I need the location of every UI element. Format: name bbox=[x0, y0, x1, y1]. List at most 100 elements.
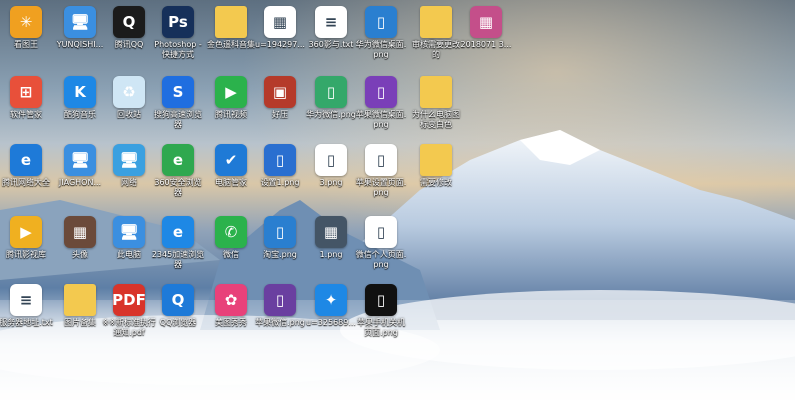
desktop-icon[interactable]: 需要修改 bbox=[408, 140, 464, 208]
desktop-icon[interactable]: ▯ 3.png bbox=[303, 140, 359, 208]
desktop-icon[interactable]: S 搜狗高速浏览器 bbox=[150, 72, 206, 140]
desktop-icon-label: 360影与.txt bbox=[308, 40, 354, 49]
phone-image-icon: ▯ bbox=[365, 284, 397, 316]
photoshop-icon: Ps bbox=[162, 6, 194, 38]
desktop-icon[interactable]: 图片备集 bbox=[52, 280, 108, 348]
2345-browser-icon: e bbox=[162, 216, 194, 248]
wechat-icon: ✆ bbox=[215, 216, 247, 248]
desktop-icon[interactable]: ≡ 服务器地址.txt bbox=[0, 280, 54, 348]
desktop-icon[interactable]: 为什么电脑图标变白色 bbox=[408, 72, 464, 140]
tencent-video-library-icon: ▶ bbox=[10, 216, 42, 248]
computer-icon: 🖥 bbox=[64, 144, 96, 176]
desktop-icon[interactable]: 🖥 此电脑 bbox=[101, 212, 157, 280]
desktop-icon-label: 微信 bbox=[223, 250, 239, 259]
folder-icon bbox=[64, 284, 96, 316]
desktop-icon-label: 腾讯网络大全 bbox=[2, 178, 50, 187]
desktop-icon[interactable]: ✆ 微信 bbox=[203, 212, 259, 280]
desktop-icon[interactable]: ✿ 美图秀秀 bbox=[203, 280, 259, 348]
desktop-icon[interactable]: ✳ 看图王 bbox=[0, 2, 54, 70]
phone-image-icon: ▯ bbox=[315, 144, 347, 176]
pdf-icon: PDF bbox=[112, 284, 146, 316]
desktop-icon-label: 电脑管家 bbox=[215, 178, 247, 187]
computer-icon: 🖥 bbox=[64, 6, 96, 38]
haozip-icon: ▣ bbox=[264, 76, 296, 108]
desktop-icon[interactable]: 审核需要更改的 bbox=[408, 2, 464, 70]
desktop-icon-label: 2345加速浏览器 bbox=[151, 250, 205, 269]
desktop-icon-label: 苹果设置页面.png bbox=[355, 178, 407, 197]
image-file-icon: ▦ bbox=[64, 216, 96, 248]
desktop-icon-label: 美图秀秀 bbox=[215, 318, 247, 327]
desktop-icon[interactable]: ⊞ 软件管家 bbox=[0, 72, 54, 140]
desktop-icon-label: u=325689... bbox=[306, 318, 356, 327]
desktop-icon[interactable]: PDF ※※新标准执行通知.pdf bbox=[101, 280, 157, 348]
desktop-icon[interactable]: ▯ 苹果微信.png bbox=[252, 280, 308, 348]
desktop-icon[interactable]: ▯ 华为微信.png bbox=[303, 72, 359, 140]
desktop-icon[interactable]: Q 腾讯QQ bbox=[101, 2, 157, 70]
desktop-icon-label: 腾讯QQ bbox=[114, 40, 144, 49]
sogou-browser-icon: S bbox=[162, 76, 194, 108]
pc-manager-icon: ✔ bbox=[215, 144, 247, 176]
phone-image-icon: ▯ bbox=[365, 6, 397, 38]
phone-image-icon: ▯ bbox=[315, 76, 347, 108]
desktop-icon-label: 酷狗音乐 bbox=[64, 110, 96, 119]
desktop-icon[interactable]: ≡ 360影与.txt bbox=[303, 2, 359, 70]
desktop-icon-label: QQ浏览器 bbox=[159, 318, 197, 327]
desktop-icon[interactable]: e 腾讯网络大全 bbox=[0, 140, 54, 208]
recycle-bin-icon: ♻ bbox=[113, 76, 145, 108]
desktop-icon[interactable]: ▦ u=194297... bbox=[252, 2, 308, 70]
desktop-icon[interactable]: 🖥 JIAGHON... bbox=[52, 140, 108, 208]
desktop-icon-label: u=194297... bbox=[255, 40, 305, 49]
desktop-icon[interactable]: ▯ 苹果设置页面.png bbox=[353, 140, 409, 208]
desktop-icon[interactable]: K 酷狗音乐 bbox=[52, 72, 108, 140]
desktop-icon[interactable]: ♻ 回收站 bbox=[101, 72, 157, 140]
qq-browser-icon: Q bbox=[162, 284, 194, 316]
desktop-icon-label: 软件管家 bbox=[10, 110, 42, 119]
desktop-icon[interactable]: ▦ 1.png bbox=[303, 212, 359, 280]
desktop-icon[interactable]: ▶ 腾讯影视库 bbox=[0, 212, 54, 280]
desktop-icon[interactable]: ▶ 腾讯视频 bbox=[203, 72, 259, 140]
desktop-icon-label: 设置1.png bbox=[260, 178, 300, 187]
desktop-icon-label: 2018071 3... bbox=[460, 40, 512, 49]
text-file-icon: ≡ bbox=[315, 6, 347, 38]
desktop-icon-label: 华为微信.png bbox=[306, 110, 356, 119]
desktop-icon[interactable]: ▯ 微信个人页面.png bbox=[353, 212, 409, 280]
desktop-icon[interactable]: ▣ 好压 bbox=[252, 72, 308, 140]
desktop-icon[interactable]: 🖥 YUNQISHI... bbox=[52, 2, 108, 70]
desktop-icon-label: 搜狗高速浏览器 bbox=[154, 110, 202, 129]
kantu-icon: ✳ bbox=[10, 6, 42, 38]
desktop-icon-label: 3.png bbox=[319, 178, 343, 187]
desktop-icon-label: 苹果微信.png bbox=[255, 318, 305, 327]
desktop-icon-label: 为什么电脑图标变白色 bbox=[412, 110, 460, 129]
phone-image-icon: ▯ bbox=[365, 144, 397, 176]
desktop-icon[interactable]: ▦ 2018071 3... bbox=[458, 2, 514, 70]
desktop-icon-label: ※※新标准执行通知.pdf bbox=[102, 318, 156, 337]
desktop-icon[interactable]: ▯ 苹果微信桌面.png bbox=[353, 72, 409, 140]
ie-icon: e bbox=[10, 144, 42, 176]
desktop-icon[interactable]: e 360安全浏览器 bbox=[150, 140, 206, 208]
network-icon: 🖥 bbox=[113, 144, 145, 176]
desktop-icon[interactable]: ▯ 淘宝.png bbox=[252, 212, 308, 280]
desktop-icon-label: 1.png bbox=[319, 250, 343, 259]
qq-icon: Q bbox=[113, 6, 145, 38]
desktop-icon-label: 需要修改 bbox=[420, 178, 452, 187]
desktop-icon[interactable]: ▯ 华为微信桌面.png bbox=[353, 2, 409, 70]
360-browser-icon: e bbox=[162, 144, 194, 176]
desktop-icon[interactable]: ▯ 设置1.png bbox=[252, 140, 308, 208]
image-file-icon: ✦ bbox=[315, 284, 347, 316]
folder-icon bbox=[420, 144, 452, 176]
desktop-icon[interactable]: Ps Photoshop - 快捷方式 bbox=[150, 2, 206, 70]
desktop-icon[interactable]: ✦ u=325689... bbox=[303, 280, 359, 348]
desktop-icon-label: 腾讯视频 bbox=[215, 110, 247, 119]
desktop-icon[interactable]: Q QQ浏览器 bbox=[150, 280, 206, 348]
desktop-icon[interactable]: 金色遥科音集 bbox=[203, 2, 259, 70]
desktop-icon-label: 服务器地址.txt bbox=[0, 318, 53, 327]
desktop-icon-label: 金色遥科音集 bbox=[207, 40, 255, 49]
desktop-icon-label: 苹果手机关机页面.png bbox=[357, 318, 405, 337]
desktop-icon[interactable]: ▦ 头像 bbox=[52, 212, 108, 280]
desktop-icon[interactable]: 🖥 网络 bbox=[101, 140, 157, 208]
this-pc-icon: 🖥 bbox=[113, 216, 145, 248]
desktop-icon[interactable]: e 2345加速浏览器 bbox=[150, 212, 206, 280]
desktop-icon[interactable]: ▯ 苹果手机关机页面.png bbox=[353, 280, 409, 348]
image-file-icon: ▦ bbox=[264, 6, 296, 38]
desktop-icon[interactable]: ✔ 电脑管家 bbox=[203, 140, 259, 208]
